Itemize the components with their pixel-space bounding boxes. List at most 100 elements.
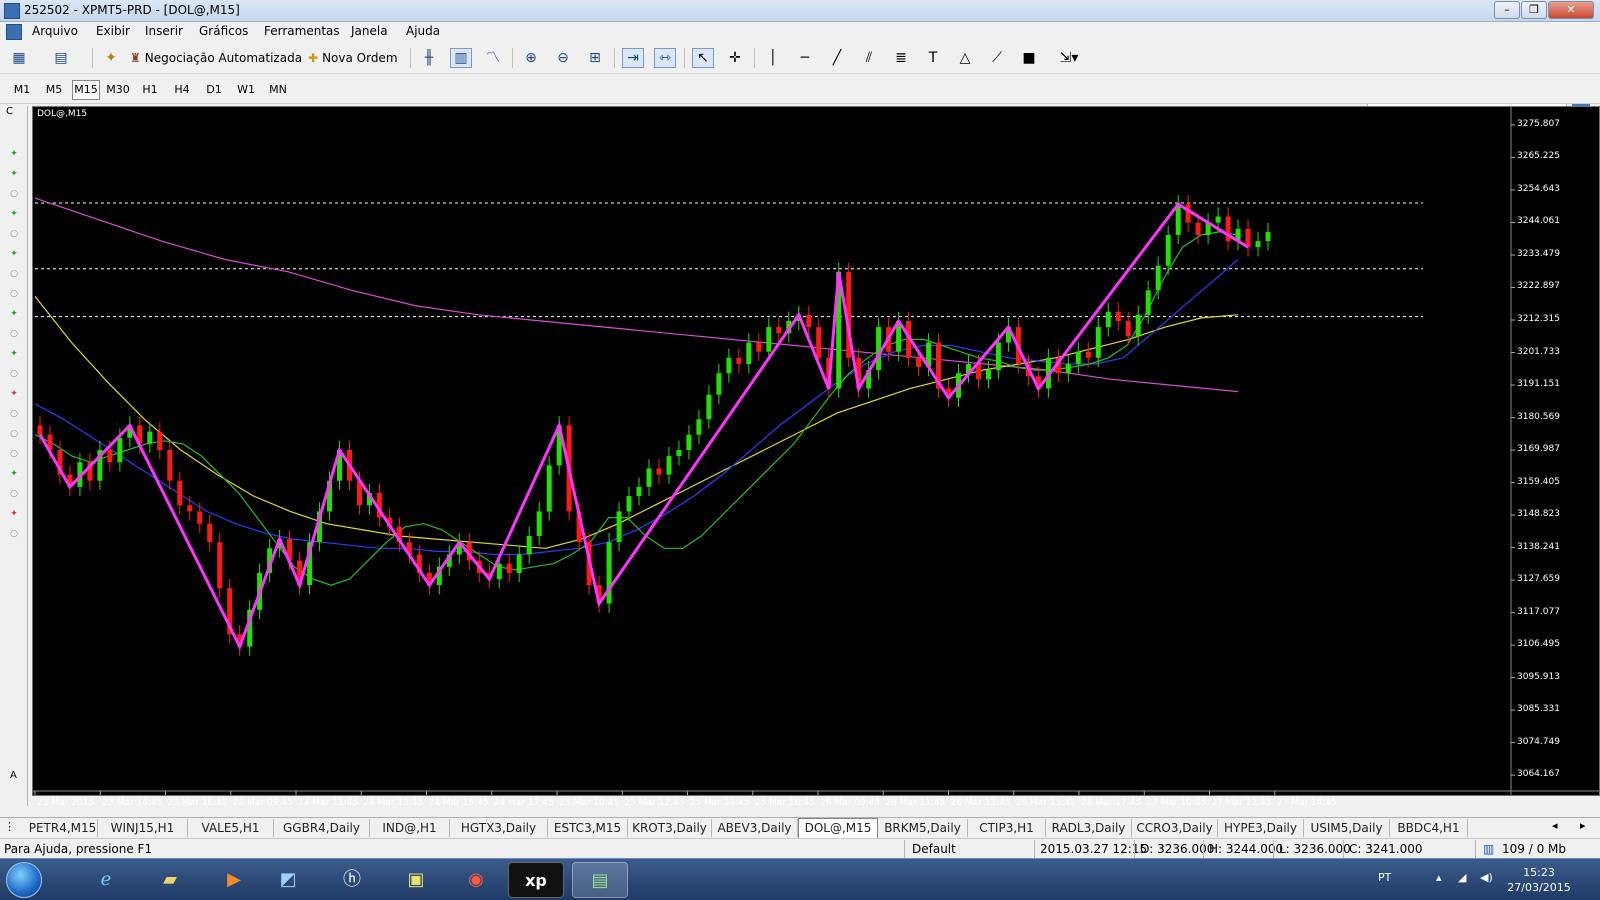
chart-tab[interactable]: RADL3,Daily [1046,819,1132,837]
channel-icon[interactable]: ⫽ [858,48,880,68]
object-circle-icon[interactable]: ○ [8,228,20,240]
chart-tab[interactable]: IND@,H1 [370,819,450,837]
network-icon[interactable]: ◢ [1458,871,1466,884]
menu-graficos[interactable]: Gráficos [199,24,248,38]
restore-button[interactable]: ❐ [1521,1,1547,19]
chart-tab[interactable]: PETR4,M15 [28,819,98,837]
menu-ferramentas[interactable]: Ferramentas [264,24,340,38]
auto-scroll-icon[interactable]: ⇥ [622,48,644,68]
chart-tab[interactable]: GGBR4,Daily [274,819,370,837]
file-explorer-icon[interactable]: ▰ [142,862,198,898]
new-order-button[interactable]: ✚ Nova Ordem [308,47,398,69]
chart-shift-icon[interactable]: ⇿ [654,48,676,68]
auto-trading-button[interactable]: ♜ Negociação Automatizada [130,47,302,69]
crosshair-icon[interactable]: ✛ [724,48,746,68]
object-circle-icon[interactable]: ○ [8,528,20,540]
volume-icon[interactable]: ◀) [1480,871,1493,884]
object-circle-icon[interactable]: ○ [8,368,20,380]
language-indicator[interactable]: PT [1378,871,1391,884]
signal-up-icon[interactable]: ✦ [8,168,20,180]
chart-tab[interactable]: CCRO3,Daily [1132,819,1218,837]
new-chart-icon[interactable]: ▦ [8,48,30,68]
chrome-icon[interactable]: ◉ [448,862,504,898]
chart-tab[interactable]: WINJ15,H1 [98,819,188,837]
candle-chart-icon[interactable]: ▥ [450,48,472,68]
vertical-line-icon[interactable]: │ [762,48,784,68]
signal-down-icon[interactable]: ✦ [8,388,20,400]
tabs-menu-icon[interactable]: ⋮ [4,820,15,833]
zoom-out-icon[interactable]: ⊖ [552,48,574,68]
rectangle-icon[interactable]: ■ [1018,48,1040,68]
object-circle-icon[interactable]: ○ [8,488,20,500]
signal-up-icon[interactable]: ✦ [8,148,20,160]
chart-tab[interactable]: DOL@,M15 [798,818,878,838]
cursor-icon[interactable]: ↖ [692,48,714,68]
taskbar-clock[interactable]: 15:23 27/03/2015 [1502,865,1576,895]
connection-icon[interactable]: ▥ [1483,841,1494,857]
object-circle-icon[interactable]: ○ [8,408,20,420]
close-button[interactable]: ✕ [1548,1,1594,19]
profiles-icon[interactable]: ▤ [50,48,72,68]
object-circle-icon[interactable]: ○ [8,428,20,440]
chart-tab[interactable]: ABEV3,Daily [712,819,798,837]
chart-tab[interactable]: KROT3,Daily [628,819,712,837]
line-chart-icon[interactable]: 〽 [482,48,504,68]
text-icon[interactable]: T [922,48,944,68]
remote-desktop-icon[interactable]: ◩ [260,862,316,898]
fibonacci-icon[interactable]: ≣ [890,48,912,68]
signal-up-icon[interactable]: ✦ [8,468,20,480]
shapes-icon[interactable]: △ [954,48,976,68]
signal-up-icon[interactable]: ✦ [8,348,20,360]
tf-m5[interactable]: M5 [40,80,68,100]
tf-w1[interactable]: W1 [232,80,260,100]
chart-tab[interactable]: HYPE3,Daily [1218,819,1304,837]
chart-tab[interactable]: BBDC4,H1 [1390,819,1468,837]
tf-mn[interactable]: MN [264,80,292,100]
chart-tab[interactable]: BRKM5,Daily [878,819,968,837]
tf-m1[interactable]: M1 [8,80,36,100]
object-circle-icon[interactable]: ○ [8,288,20,300]
bar-chart-icon[interactable]: ╫ [418,48,440,68]
tf-m15[interactable]: M15 [72,80,100,100]
xp-app-button[interactable]: xp [508,862,564,898]
gann-icon[interactable]: ⟋ [986,48,1008,68]
hp-icon[interactable]: ⓗ [324,862,380,898]
tile-windows-icon[interactable]: ⊞ [584,48,606,68]
tabs-scroll-left-icon[interactable]: ◂ [1552,819,1558,832]
arrows-dropdown-icon[interactable]: ⇲▾ [1052,48,1086,68]
zoom-in-icon[interactable]: ⊕ [520,48,542,68]
menu-janela[interactable]: Janela [351,24,388,38]
metatrader-button[interactable]: ▤ [572,862,628,898]
media-player-icon[interactable]: ▶ [206,862,262,898]
signal-up-icon[interactable]: ✦ [8,208,20,220]
chart-tab[interactable]: VALE5,H1 [188,819,274,837]
menu-inserir[interactable]: Inserir [145,24,183,38]
object-circle-icon[interactable]: ○ [8,448,20,460]
minimize-button[interactable]: – [1494,1,1520,19]
menu-ajuda[interactable]: Ajuda [406,24,440,38]
chart-tab[interactable]: HGTX3,Daily [450,819,548,837]
menu-exibir[interactable]: Exibir [96,24,130,38]
object-circle-icon[interactable]: ○ [8,328,20,340]
show-hidden-icons-icon[interactable]: ▴ [1436,871,1442,884]
tf-d1[interactable]: D1 [200,80,228,100]
chart-tab[interactable]: ESTC3,M15 [548,819,628,837]
tf-h1[interactable]: H1 [136,80,164,100]
notes-icon[interactable]: ▣ [388,862,444,898]
signal-up-icon[interactable]: ✦ [8,248,20,260]
price-chart[interactable]: DOL@,M15 3275.807 3265.225 3254.643 3244.06… [32,106,1600,808]
signal-up-icon[interactable]: ✦ [8,308,20,320]
horizontal-line-icon[interactable]: ─ [794,48,816,68]
tf-m30[interactable]: M30 [104,80,132,100]
signal-down-icon[interactable]: ✦ [8,508,20,520]
start-button[interactable] [6,862,42,898]
tf-h4[interactable]: H4 [168,80,196,100]
chart-canvas[interactable] [33,107,1599,795]
chart-tab[interactable]: USIM5,Daily [1304,819,1390,837]
chart-tab[interactable]: CTIP3,H1 [968,819,1046,837]
object-circle-icon[interactable]: ○ [8,268,20,280]
trend-line-icon[interactable]: ╱ [826,48,848,68]
auto-trading-icon[interactable]: ✦ [100,48,122,68]
tabs-scroll-right-icon[interactable]: ▸ [1580,819,1586,832]
object-circle-icon[interactable]: ○ [8,188,20,200]
